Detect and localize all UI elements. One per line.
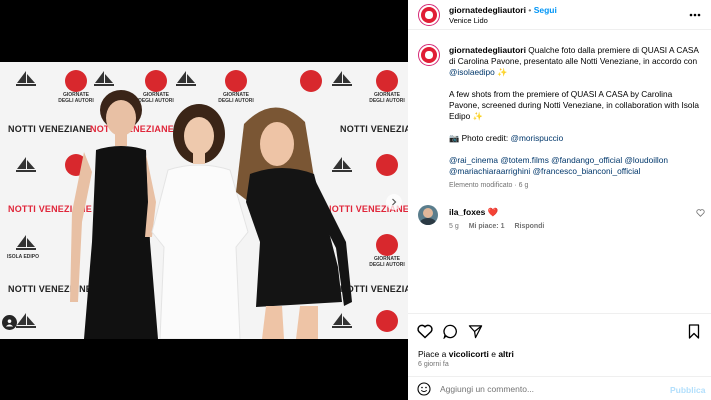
mention-link[interactable]: @rai_cinema xyxy=(449,155,498,165)
likes-mid: e xyxy=(488,349,499,359)
edited-label: Elemento modificato xyxy=(449,182,513,189)
comment-like-button[interactable] xyxy=(695,208,705,218)
header-username[interactable]: giornatedegliautori xyxy=(449,5,526,15)
heart-outline-icon xyxy=(695,209,705,217)
comment-text: ❤️ xyxy=(485,207,499,217)
smiley-icon xyxy=(417,382,431,396)
people-illustration xyxy=(70,90,352,339)
header-separator: • xyxy=(528,5,532,15)
sparkle-emoji: ✨ xyxy=(494,67,508,77)
comment-time: 5 g xyxy=(449,223,459,230)
more-horizontal-icon xyxy=(689,13,701,17)
avatar[interactable] xyxy=(418,205,438,225)
post-caption: giornatedegliautori Qualche foto dalla p… xyxy=(449,45,704,191)
publish-button[interactable]: Pubblica xyxy=(670,385,705,395)
mention-link[interactable]: @loudoillon xyxy=(625,155,668,165)
likes-user[interactable]: vicolicorti xyxy=(449,349,489,359)
comment-username[interactable]: ila_foxes xyxy=(449,207,485,217)
likes-summary: Piace a vicolicorti e altri xyxy=(418,349,514,359)
bookmark-icon xyxy=(688,323,700,339)
likes-prefix: Piace a xyxy=(418,349,449,359)
post-photo[interactable]: GIORNATE DEGLI AUTORI GIORNATE DEGLI AUT… xyxy=(0,62,408,339)
comment-input[interactable] xyxy=(440,382,660,396)
mention-link[interactable]: @totem.films xyxy=(500,155,549,165)
save-button[interactable] xyxy=(685,322,703,340)
avatar[interactable] xyxy=(418,44,440,66)
avatar[interactable] xyxy=(418,4,440,26)
post-header: giornatedegliautori • Segui Venice Lido xyxy=(408,0,711,30)
post-side-panel: giornatedegliautori • Segui Venice Lido … xyxy=(408,0,711,400)
heart-icon xyxy=(417,324,433,339)
photo-credit-label: 📷 Photo credit: xyxy=(449,133,511,143)
caption-username[interactable]: giornatedegliautori xyxy=(449,45,526,55)
post-time[interactable]: 6 giorni fa xyxy=(418,361,449,368)
chevron-right-icon xyxy=(392,198,397,206)
mention-link[interactable]: @mariachiaraarrighini xyxy=(449,166,530,176)
mention-link[interactable]: @francesco_bianconi_official xyxy=(533,166,641,176)
comment-button[interactable] xyxy=(441,322,459,340)
caption-text-en: A few shots from the premiere of QUASI A… xyxy=(449,89,699,121)
edited-time: 6 g xyxy=(518,182,529,189)
mention-link[interactable]: @isolaedipo xyxy=(449,67,495,77)
next-photo-button[interactable] xyxy=(386,194,402,210)
mention-link[interactable]: @morispuccio xyxy=(511,133,564,143)
post-location[interactable]: Venice Lido xyxy=(449,16,488,25)
tagged-users-icon[interactable] xyxy=(2,315,17,330)
reply-button[interactable]: Rispondi xyxy=(514,223,544,230)
share-button[interactable] xyxy=(466,322,484,340)
comment-icon xyxy=(442,324,457,339)
mention-link[interactable]: @fandango_official xyxy=(551,155,622,165)
comment-likes[interactable]: Mi piace: 1 xyxy=(469,223,505,230)
add-comment-bar: Pubblica xyxy=(408,376,711,400)
likes-others[interactable]: altri xyxy=(498,349,514,359)
send-icon xyxy=(468,324,482,338)
like-button[interactable] xyxy=(416,322,434,340)
post-viewer: GIORNATE DEGLI AUTORI GIORNATE DEGLI AUT… xyxy=(0,0,711,400)
emoji-button[interactable] xyxy=(416,381,432,397)
follow-button[interactable]: Segui xyxy=(534,5,557,15)
more-options-button[interactable] xyxy=(687,7,703,23)
